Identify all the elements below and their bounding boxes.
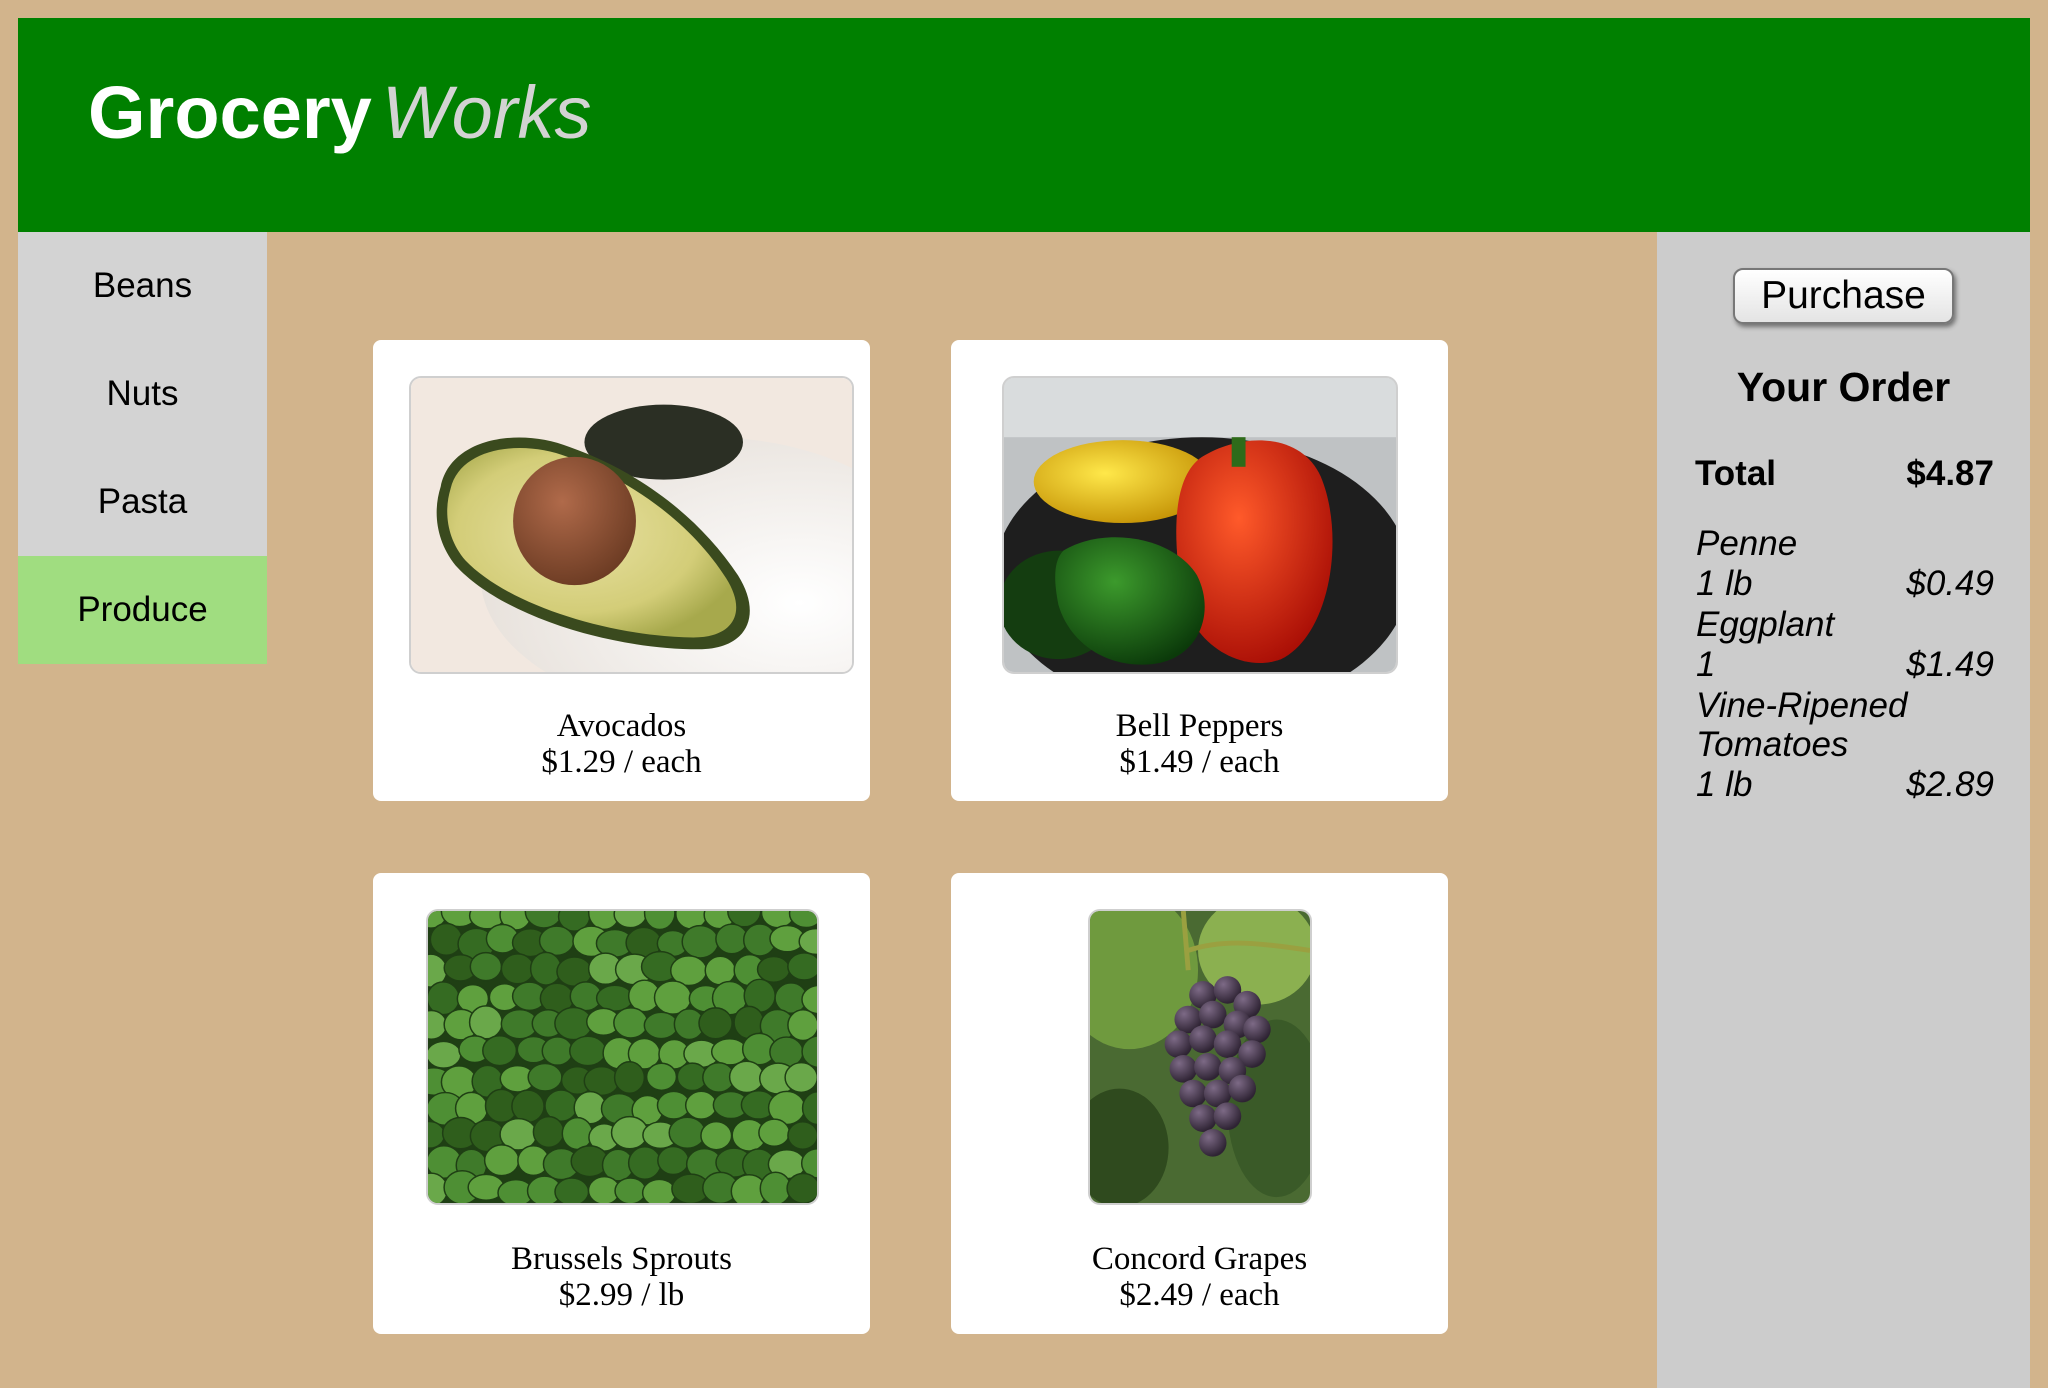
bell-peppers-photo <box>1002 376 1398 674</box>
order-line-item: Eggplant 1 $1.49 <box>1696 605 1994 686</box>
order-total-label: Total <box>1695 454 1777 493</box>
concord-grapes-photo <box>1088 909 1312 1205</box>
product-name: Avocados <box>556 708 687 744</box>
order-item-qty: 1 lb <box>1696 765 1753 804</box>
order-item-name: Vine-Ripened Tomatoes <box>1696 686 1908 764</box>
order-item-price: $2.89 <box>1906 765 1994 804</box>
order-item-row: 1 lb $0.49 <box>1696 563 1994 605</box>
nav-item-pasta[interactable]: Pasta <box>18 448 267 556</box>
nav-item-label: Produce <box>77 590 208 629</box>
logo[interactable]: Grocery Works <box>88 76 591 150</box>
order-item-price: $0.49 <box>1906 564 1994 603</box>
nav-item-label: Nuts <box>106 374 179 413</box>
logo-secondary-text: Works <box>381 71 592 154</box>
product-card-bell-peppers[interactable]: Bell Peppers $1.49 / each <box>951 340 1448 801</box>
order-total-value: $4.87 <box>1906 454 1994 493</box>
order-line-items: Penne 1 lb $0.49 Eggplant 1 $1.49 Vine-R… <box>1696 524 1994 806</box>
product-name: Bell Peppers <box>1115 708 1284 744</box>
order-item-row: 1 $1.49 <box>1696 644 1994 686</box>
order-item-name: Eggplant <box>1696 605 1835 644</box>
order-item-name: Penne <box>1696 524 1798 563</box>
avocado-photo <box>409 376 854 674</box>
order-item-row: 1 lb $2.89 <box>1696 764 1994 806</box>
order-title: Your Order <box>1736 364 1951 410</box>
order-item-qty: 1 <box>1696 645 1716 684</box>
product-price: $2.99 / lb <box>558 1277 685 1313</box>
order-line-item: Vine-Ripened Tomatoes 1 lb $2.89 <box>1696 686 1994 806</box>
order-item-price: $1.49 <box>1906 645 1994 684</box>
site-header: Grocery Works <box>18 18 2030 232</box>
order-panel: Purchase Your Order Total $4.87 Penne 1 … <box>1657 232 2030 1388</box>
nav-item-label: Pasta <box>97 482 188 521</box>
product-price: $2.49 / each <box>1119 1277 1280 1313</box>
product-name: Concord Grapes <box>1091 1241 1308 1277</box>
product-card-concord-grapes[interactable]: Concord Grapes $2.49 / each <box>951 873 1448 1334</box>
nav-item-label: Beans <box>92 266 193 305</box>
product-price: $1.29 / each <box>541 744 702 780</box>
nav-item-nuts[interactable]: Nuts <box>18 340 267 448</box>
product-name: Brussels Sprouts <box>511 1241 732 1277</box>
nav-item-produce[interactable]: Produce <box>18 556 267 664</box>
nav-item-beans[interactable]: Beans <box>18 232 267 340</box>
category-nav: Beans Nuts Pasta Produce <box>18 232 267 664</box>
product-card-avocados[interactable]: Avocados $1.29 / each <box>373 340 870 801</box>
order-item-qty: 1 lb <box>1696 564 1753 603</box>
brussels-sprouts-photo <box>426 909 819 1205</box>
logo-primary-text: Grocery <box>88 71 372 154</box>
purchase-button[interactable]: Purchase <box>1733 268 1954 324</box>
product-price: $1.49 / each <box>1119 744 1280 780</box>
order-line-item: Penne 1 lb $0.49 <box>1696 524 1994 605</box>
product-card-brussels-sprouts[interactable]: Brussels Sprouts $2.99 / lb <box>373 873 870 1334</box>
